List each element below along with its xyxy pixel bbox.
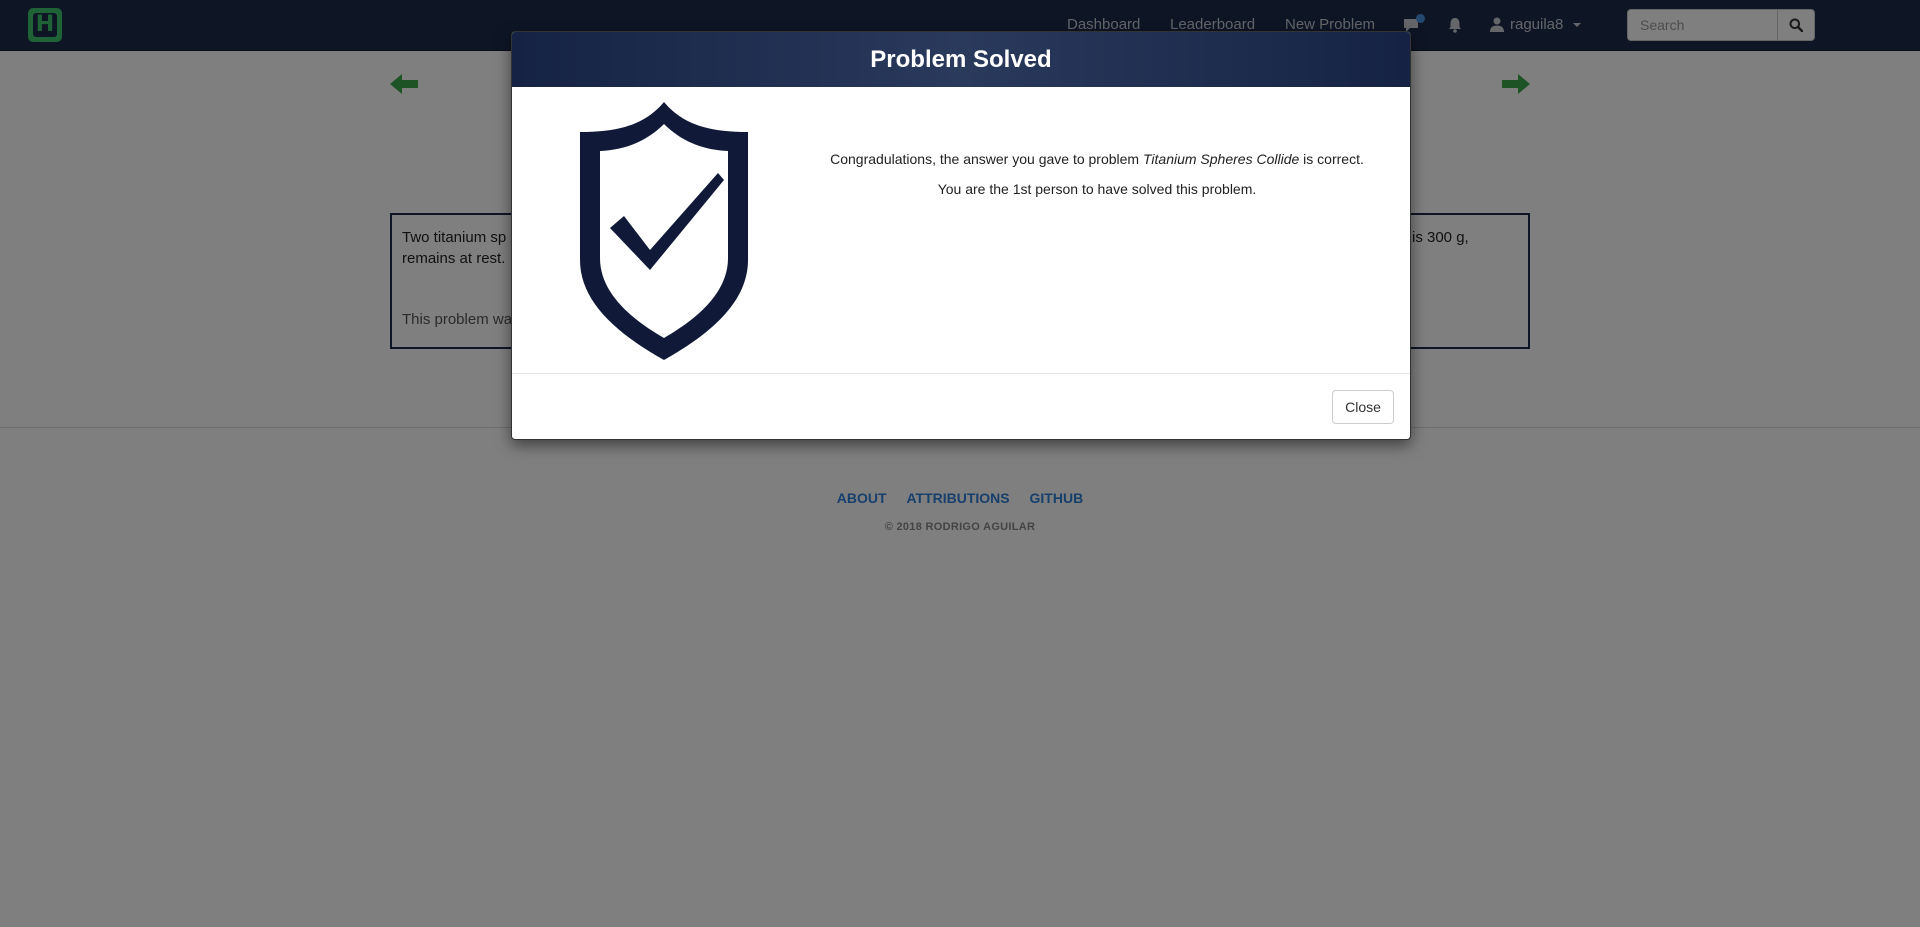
message-prefix: Congradulations, the answer you gave to …: [830, 151, 1143, 167]
modal-message: Congradulations, the answer you gave to …: [812, 144, 1382, 204]
shield-check-icon: [580, 102, 748, 360]
correct-answer-message: Congradulations, the answer you gave to …: [812, 144, 1382, 174]
close-button[interactable]: Close: [1332, 390, 1394, 424]
modal-title: Problem Solved: [512, 32, 1410, 87]
modal-footer-divider: [512, 373, 1410, 374]
rank-message: You are the 1st person to have solved th…: [937, 181, 1257, 197]
problem-solved-modal: Problem Solved Congradulations, the answ…: [511, 31, 1411, 440]
message-suffix: is correct.: [1299, 151, 1364, 167]
problem-name: Titanium Spheres Collide: [1142, 151, 1300, 167]
